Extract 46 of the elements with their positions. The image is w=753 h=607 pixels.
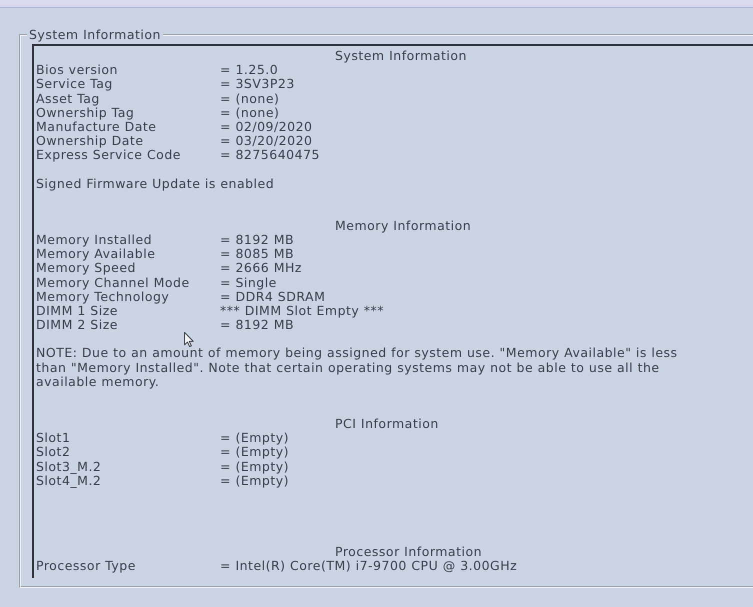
field-value: = 2666 MHz (220, 261, 303, 276)
field-value: = 03/20/2020 (220, 134, 314, 148)
field-label: Memory Technology (36, 290, 170, 304)
field-value: = 1.25.0 (220, 63, 280, 78)
field-value: = (none) (220, 92, 280, 106)
field-value: = 8275640475 (220, 148, 321, 163)
field-label: Memory Available (36, 247, 156, 262)
field-value: = (Empty) (220, 431, 290, 446)
section-heading: Memory Information (334, 218, 472, 234)
field-label: Slot3_M.2 (36, 460, 102, 474)
field-label: Slot1 (36, 431, 72, 446)
field-label: Ownership Date (36, 134, 145, 148)
field-label: Slot4_M.2 (36, 474, 102, 488)
field-label: Processor Type (36, 559, 137, 574)
field-label: Slot2 (36, 445, 72, 460)
field-value: = 3SV3P23 (220, 77, 296, 92)
field-label: DIMM 1 Size (36, 304, 118, 318)
field-label: Memory Channel Mode (36, 276, 191, 290)
field-label: Manufacture Date (36, 120, 158, 134)
field-value: = (Empty) (220, 445, 290, 460)
group-title: System Information (28, 27, 162, 42)
field-label: DIMM 2 Size (36, 318, 119, 332)
field-value: = 8192 MB (220, 233, 296, 248)
field-label: Service Tag (36, 77, 114, 92)
field-label: Ownership Tag (36, 106, 136, 120)
info-note: NOTE: Due to an amount of memory being assigned for system use. "Memory Available" is less than "Memory Installed". Note that certain operating systems may not be able to use all the available memory. (36, 346, 679, 390)
field-label: Bios version (36, 63, 119, 78)
field-value: = Intel(R) Core(TM) i7-9700 CPU @ 3.00GHz (220, 559, 518, 574)
field-value: *** DIMM Slot Empty *** (220, 304, 386, 318)
field-label: Express Service Code (36, 148, 182, 163)
section-heading: Processor Information (334, 545, 484, 560)
info-note: Signed Firmware Update is enabled (36, 176, 276, 191)
field-value: = Single (220, 276, 278, 290)
field-label: Memory Speed (36, 261, 137, 276)
field-label: Asset Tag (36, 92, 100, 106)
section-heading: PCI Information (334, 417, 440, 432)
field-value: = 02/09/2020 (220, 120, 314, 134)
section-heading: System Information (334, 49, 468, 64)
field-value: = 8192 MB (220, 318, 296, 332)
field-value: = 8085 MB (220, 247, 296, 262)
field-value: = (Empty) (220, 474, 290, 488)
field-value: = (none) (220, 106, 280, 120)
field-value: = (Empty) (220, 460, 290, 474)
field-label: Memory Installed (36, 233, 154, 248)
mouse-pointer-icon (184, 332, 194, 347)
field-value: = DDR4 SDRAM (220, 290, 326, 304)
